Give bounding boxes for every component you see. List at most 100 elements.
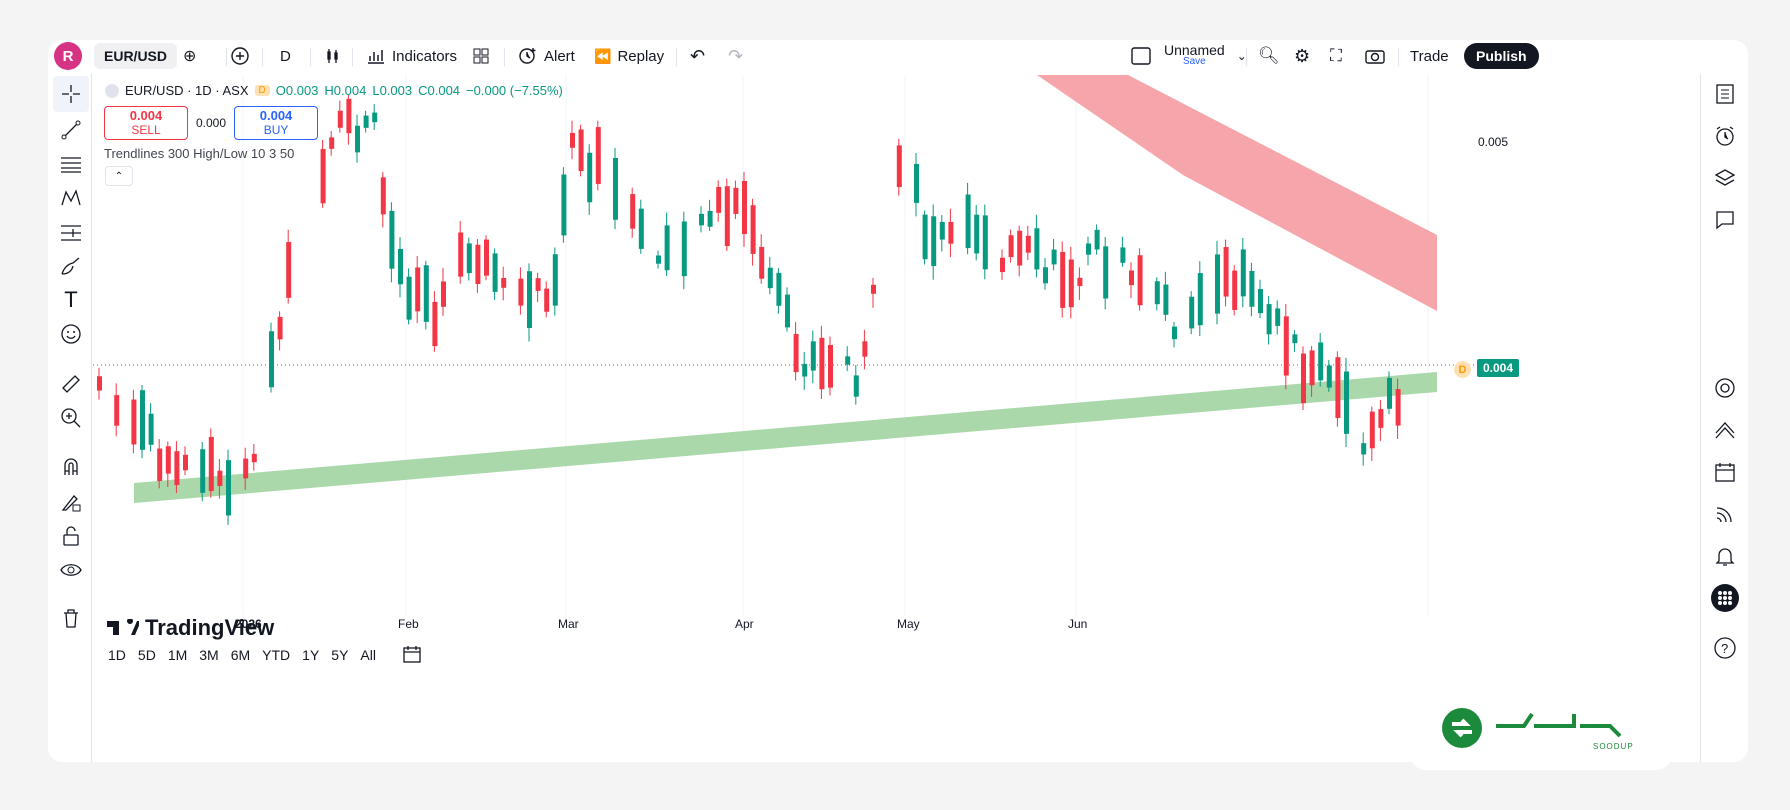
lock-draw-tool[interactable] — [53, 484, 89, 520]
candle-body — [1215, 254, 1220, 314]
sell-button[interactable]: 0.004 SELL — [104, 106, 188, 140]
range-button[interactable]: 1D — [108, 647, 126, 663]
indicator-label[interactable]: Trendlines 300 High/Low 10 3 50 — [104, 146, 294, 161]
legend-badge: D — [254, 85, 270, 96]
candle-body — [1025, 235, 1031, 253]
alert-label: Alert — [544, 47, 575, 65]
range-button[interactable]: YTD — [262, 647, 290, 663]
forecast-tool[interactable] — [53, 214, 89, 250]
candle-body — [329, 137, 335, 149]
fib-icon — [61, 157, 81, 173]
publish-button[interactable]: Publish — [1464, 40, 1539, 72]
fullscreen-button[interactable]: ⛶ — [1330, 40, 1342, 72]
trendline-tool[interactable] — [53, 112, 89, 148]
magnet-tool[interactable] — [53, 448, 89, 484]
target-icon — [1715, 378, 1735, 398]
candle-body — [742, 181, 747, 234]
undo-button[interactable]: ↶ — [690, 40, 705, 72]
candle-body — [208, 436, 214, 492]
ruler-tool[interactable] — [53, 366, 89, 402]
time-axis[interactable]: 2026 Feb Mar Apr May Jun — [93, 612, 1700, 636]
candle-body — [681, 221, 687, 277]
range-button[interactable]: All — [360, 647, 376, 663]
goto-date-button[interactable] — [402, 644, 422, 667]
stream-icon — [1716, 507, 1732, 523]
help-icon: ? — [1714, 637, 1736, 659]
candle-body — [140, 390, 145, 450]
range-button[interactable]: 3M — [199, 647, 218, 663]
range-button[interactable]: 6M — [231, 647, 250, 663]
candle-body — [1129, 270, 1134, 286]
candle-body — [853, 375, 859, 397]
alerts-button[interactable] — [1707, 118, 1743, 154]
candle-body — [527, 271, 532, 329]
add-symbol-button[interactable] — [230, 40, 250, 72]
help-button[interactable]: ? — [1707, 630, 1743, 666]
snapshot-button[interactable] — [1364, 40, 1386, 72]
settings-button[interactable]: ⚙ — [1294, 40, 1310, 72]
layout-button[interactable]: Unnamed Save ⌄ — [1130, 40, 1247, 72]
text-tool[interactable]: T — [53, 282, 89, 318]
alert-button[interactable]: Alert — [518, 40, 575, 72]
collapse-legend-button[interactable]: ⌃ — [105, 166, 133, 186]
candle-body — [656, 255, 661, 264]
visibility-tool[interactable] — [53, 552, 89, 588]
notifications-button[interactable] — [1707, 538, 1743, 574]
interval-button[interactable]: D — [280, 40, 291, 72]
candle-body — [501, 278, 507, 288]
zoom-tool[interactable] — [53, 400, 89, 436]
camera-icon — [1365, 50, 1385, 64]
candle-body — [1266, 304, 1272, 335]
candle-body — [1283, 316, 1289, 376]
dividend-badge[interactable]: D — [1454, 361, 1471, 378]
avatar-button[interactable]: R — [54, 40, 82, 72]
legend-open: O0.003 — [275, 83, 319, 98]
chat-button[interactable] — [1707, 202, 1743, 238]
svg-text:?: ? — [1721, 641, 1728, 656]
candle-body — [1361, 443, 1367, 455]
candle-body — [380, 177, 386, 215]
compare-icon[interactable]: ⊕ — [183, 46, 196, 66]
trash-tool[interactable] — [53, 600, 89, 636]
lock-tool[interactable] — [53, 518, 89, 554]
range-button[interactable]: 5D — [138, 647, 156, 663]
range-button[interactable]: 1Y — [302, 647, 319, 663]
magnet-icon — [64, 458, 78, 475]
calendar-button[interactable] — [1707, 454, 1743, 490]
time-label: 2026 — [235, 617, 262, 631]
fib-tool[interactable] — [53, 146, 89, 182]
legend-low: L0.003 — [372, 83, 413, 98]
ideas-button[interactable] — [1707, 412, 1743, 448]
target-button[interactable] — [1707, 370, 1743, 406]
redo-icon: ↷ — [728, 45, 744, 66]
sell-label: SELL — [131, 123, 161, 137]
brush-tool[interactable] — [53, 248, 89, 284]
range-button[interactable]: 1M — [168, 647, 187, 663]
candle-body — [1326, 365, 1332, 388]
quick-search-button[interactable]: 🔍︎ — [1258, 40, 1280, 72]
buy-button[interactable]: 0.004 BUY — [234, 106, 319, 140]
layout-save[interactable]: Save — [1183, 56, 1206, 68]
indicators-button[interactable]: Indicators — [366, 40, 457, 72]
trade-button[interactable]: Trade — [1410, 40, 1449, 72]
redo-button[interactable]: ↷ — [728, 40, 743, 72]
candle-body — [793, 333, 799, 373]
candle-body — [320, 148, 326, 204]
range-button[interactable]: 5Y — [331, 647, 348, 663]
add-icon — [231, 47, 249, 65]
chart-type-button[interactable] — [324, 40, 342, 72]
crosshair-tool[interactable] — [53, 76, 89, 112]
templates-button[interactable] — [472, 40, 490, 72]
calendar-icon — [1715, 463, 1735, 482]
replay-button[interactable]: ⏪ Replay — [594, 40, 664, 72]
emoji-tool[interactable] — [53, 316, 89, 352]
apps-button[interactable] — [1707, 580, 1743, 616]
price-axis-top: 0.005 — [1478, 135, 1509, 149]
watchlist-button[interactable] — [1707, 76, 1743, 112]
layers-button[interactable] — [1707, 160, 1743, 196]
symbol-search[interactable]: EUR/USD ⊕ — [94, 40, 196, 72]
pattern-tool[interactable] — [53, 180, 89, 216]
stream-button[interactable] — [1707, 496, 1743, 532]
indicators-icon — [368, 50, 384, 64]
price-chart[interactable] — [93, 75, 1700, 615]
